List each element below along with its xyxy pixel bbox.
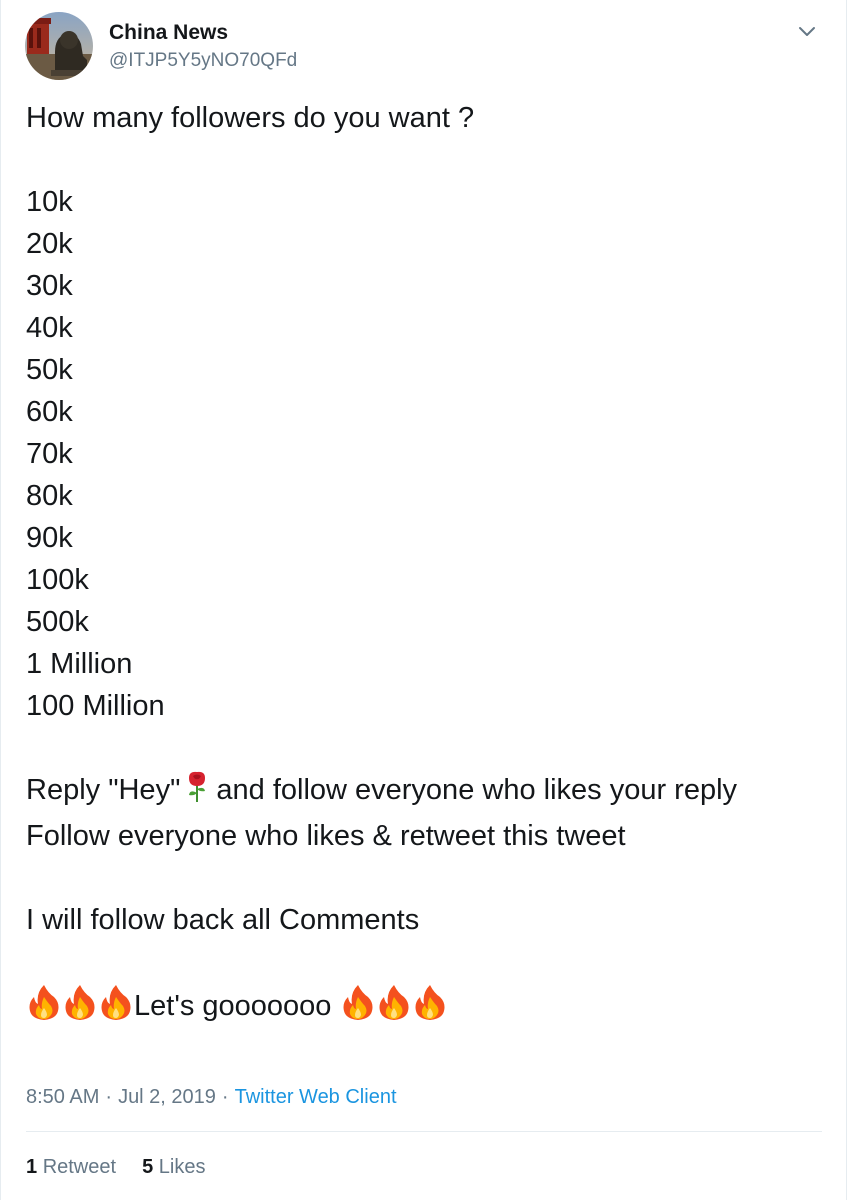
- chevron-down-icon[interactable]: [797, 24, 817, 40]
- tweet-date[interactable]: Jul 2, 2019: [118, 1086, 216, 1108]
- followback-line: I will follow back all Comments: [26, 904, 420, 936]
- display-name[interactable]: China News: [109, 20, 228, 46]
- retweets-count: 1: [26, 1156, 38, 1178]
- retweets-stat[interactable]: 1 Retweet: [26, 1154, 116, 1180]
- follow-line: Follow everyone who likes & retweet this…: [26, 820, 626, 852]
- fire-icon: [412, 983, 448, 1033]
- divider: [26, 1131, 822, 1132]
- follower-option: 90k: [26, 522, 73, 554]
- follower-option: 50k: [26, 354, 73, 386]
- tweet-meta: 8:50 AM · Jul 2, 2019 · Twitter Web Client: [26, 1084, 397, 1110]
- tweet-source-link[interactable]: Twitter Web Client: [235, 1086, 397, 1108]
- likes-stat[interactable]: 5 Likes: [142, 1154, 205, 1180]
- tweet-text: How many followers do you want ? 10k 20k 3…: [26, 97, 806, 1025]
- follower-option: 100 Million: [26, 690, 165, 722]
- follower-option: 1 Million: [26, 648, 133, 680]
- fire-icon: [62, 983, 98, 1033]
- follower-option: 40k: [26, 312, 73, 344]
- follower-option: 60k: [26, 396, 73, 428]
- avatar[interactable]: [25, 12, 93, 80]
- fire-icon: [340, 983, 376, 1033]
- likes-count: 5: [142, 1156, 154, 1178]
- meta-separator: ·: [105, 1086, 113, 1108]
- avatar-photo-icon: [25, 12, 93, 80]
- fire-group-left: [26, 985, 134, 1022]
- follower-option: 70k: [26, 438, 73, 470]
- fire-group-right: [340, 985, 448, 1022]
- cta-text: Let's gooooooo: [134, 990, 332, 1022]
- retweets-label: Retweet: [42, 1156, 117, 1178]
- tweet-stats: 1 Retweet 5 Likes: [26, 1154, 205, 1180]
- cta-line: Let's gooooooo: [26, 983, 806, 1025]
- follower-option: 500k: [26, 606, 89, 638]
- rose-icon: [184, 771, 210, 815]
- reply-instruction: Reply "Hey" and follow everyone who like…: [26, 769, 806, 815]
- fire-icon: [98, 983, 134, 1033]
- fire-icon: [26, 983, 62, 1033]
- meta-separator: ·: [221, 1086, 229, 1108]
- follower-option: 100k: [26, 564, 89, 596]
- follower-options-list: 10k 20k 30k 40k 50k 60k 70k 80k 90k 100k 500k 1 Mil…: [26, 181, 806, 727]
- fire-icon: [376, 983, 412, 1033]
- follower-option: 10k: [26, 186, 73, 218]
- user-handle[interactable]: @ITJP5Y5yNO70QFd: [109, 49, 297, 73]
- likes-label: Likes: [158, 1156, 206, 1178]
- tweet-time[interactable]: 8:50 AM: [26, 1086, 99, 1108]
- follower-option: 20k: [26, 228, 73, 260]
- tweet-card: China News @ITJP5Y5yNO70QFd How many fol…: [0, 0, 847, 1200]
- follower-option: 80k: [26, 480, 73, 512]
- reply-prefix: Reply "Hey": [26, 774, 181, 806]
- reply-suffix: and follow everyone who likes your reply: [216, 774, 738, 806]
- follower-option: 30k: [26, 270, 73, 302]
- tweet-question: How many followers do you want ?: [26, 102, 475, 134]
